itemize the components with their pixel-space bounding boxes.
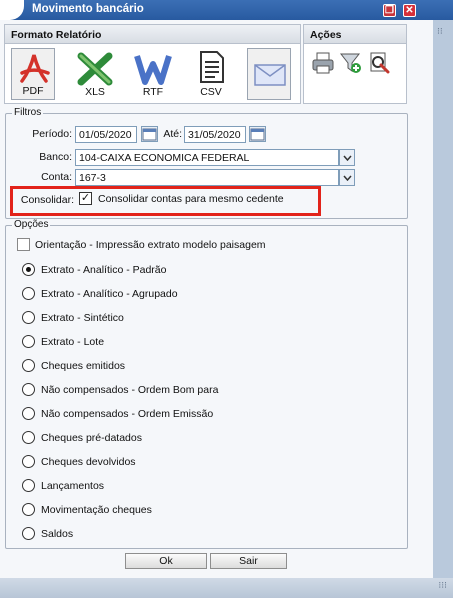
calendar-icon: [142, 128, 157, 141]
radio-button[interactable]: [22, 527, 35, 540]
radio-label: Não compensados - Ordem Emissão: [41, 408, 214, 420]
rtf-label: RTF: [142, 86, 164, 98]
radio-button[interactable]: [22, 383, 35, 396]
radio-button[interactable]: [22, 335, 35, 348]
periodo-from-input[interactable]: 01/05/2020: [75, 126, 137, 143]
right-side-strip: ⁝⁝: [433, 20, 453, 578]
xls-label: XLS: [85, 86, 105, 98]
restore-icon: ❐: [385, 5, 394, 16]
radio-button[interactable]: [22, 455, 35, 468]
rtf-button[interactable]: RTF: [131, 48, 175, 100]
chevron-down-icon: [342, 155, 352, 161]
consolidar-label: Consolidar:: [20, 194, 74, 206]
resize-grip-icon: ⁝⁝: [437, 26, 443, 36]
radio-button[interactable]: [22, 479, 35, 492]
filter-add-button[interactable]: [338, 50, 364, 76]
ok-button[interactable]: Ok: [125, 553, 207, 569]
actions-panel-header: Ações: [303, 24, 407, 44]
excel-icon: [77, 52, 113, 86]
filter-add-icon: [339, 53, 361, 73]
title-bar[interactable]: Movimento bancário ❐ ✕: [0, 0, 453, 20]
conta-label: Conta:: [41, 171, 72, 183]
radio-label: Cheques devolvidos: [41, 456, 136, 468]
report-window: Movimento bancário ❐ ✕ Formato Relatório…: [0, 0, 453, 598]
format-panel: PDF XLS RTF CSV: [4, 44, 301, 104]
radio-label: Lançamentos: [41, 480, 105, 492]
csv-label: CSV: [200, 86, 222, 98]
window-title: Movimento bancário: [32, 3, 144, 15]
periodo-to-input[interactable]: 31/05/2020: [184, 126, 246, 143]
checkmark-icon: ✓: [80, 192, 91, 204]
conta-select[interactable]: 167-3: [75, 169, 339, 186]
calendar-from-button[interactable]: [141, 126, 158, 142]
conta-dropdown-button[interactable]: [339, 169, 355, 186]
radio-label: Saldos: [41, 528, 74, 540]
radio-label: Extrato - Sintético: [41, 312, 124, 324]
title-notch: [0, 0, 24, 20]
close-icon: ✕: [405, 5, 414, 16]
chevron-down-icon: [342, 175, 352, 181]
csv-button[interactable]: CSV: [189, 48, 233, 100]
ate-label: Até:: [163, 128, 182, 140]
radio-label: Cheques pré-datados: [41, 432, 142, 444]
preview-button[interactable]: [366, 50, 392, 76]
print-button[interactable]: [310, 50, 336, 76]
radio-label: Cheques emitidos: [41, 360, 126, 372]
email-button[interactable]: [247, 48, 291, 100]
radio-label: Extrato - Analítico - Agrupado: [41, 288, 178, 300]
pdf-icon: [20, 54, 50, 83]
calendar-to-button[interactable]: [249, 126, 266, 142]
radio-button[interactable]: [22, 263, 35, 276]
radio-button[interactable]: [22, 431, 35, 444]
word-icon: [134, 55, 172, 85]
actions-panel: [303, 44, 407, 104]
radio-label: Não compensados - Ordem Bom para: [41, 384, 219, 396]
radio-button[interactable]: [22, 359, 35, 372]
consolidar-checkbox[interactable]: ✓: [79, 192, 92, 205]
preview-icon: [370, 52, 390, 74]
calendar-icon: [250, 128, 265, 141]
window-content: Formato Relatório PDF XLS RTF CSV Ações …: [0, 20, 433, 578]
printer-icon: [312, 52, 334, 74]
orientation-checkbox[interactable]: [17, 238, 30, 251]
consolidar-checkbox-label: Consolidar contas para mesmo cedente: [98, 193, 284, 205]
banco-label: Banco:: [39, 151, 72, 163]
radio-button[interactable]: [22, 287, 35, 300]
csv-icon: [200, 51, 224, 83]
actions-panel-title: Ações: [310, 29, 342, 41]
filters-legend: Filtros: [12, 107, 44, 118]
email-icon: [254, 64, 286, 86]
format-panel-header: Formato Relatório: [4, 24, 301, 44]
radio-label: Extrato - Lote: [41, 336, 105, 348]
status-bar: ⁝⁝⁝: [0, 578, 453, 598]
pdf-button[interactable]: PDF: [11, 48, 55, 100]
pdf-label: PDF: [22, 85, 44, 97]
restore-button[interactable]: ❐: [383, 4, 396, 17]
format-panel-title: Formato Relatório: [11, 29, 102, 41]
radio-button[interactable]: [22, 407, 35, 420]
radio-button[interactable]: [22, 503, 35, 516]
banco-dropdown-button[interactable]: [339, 149, 355, 166]
radio-label: Movimentação cheques: [41, 504, 152, 516]
radio-label: Extrato - Analítico - Padrão: [41, 264, 167, 276]
exit-button[interactable]: Sair: [210, 553, 287, 569]
banco-select[interactable]: 104-CAIXA ECONOMICA FEDERAL: [75, 149, 339, 166]
radio-button[interactable]: [22, 311, 35, 324]
close-button[interactable]: ✕: [403, 4, 416, 17]
orientation-label: Orientação - Impressão extrato modelo pa…: [35, 239, 266, 251]
options-legend: Opções: [12, 219, 51, 230]
resize-grip-icon[interactable]: ⁝⁝⁝: [438, 580, 447, 591]
periodo-label: Período:: [32, 128, 72, 140]
xls-button[interactable]: XLS: [73, 48, 117, 100]
